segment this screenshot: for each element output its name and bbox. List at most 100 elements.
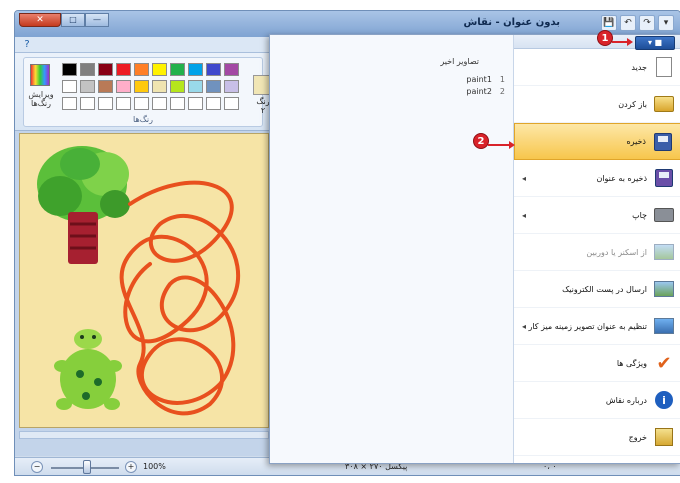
color-swatch[interactable] [224,63,239,76]
menu-item-label: از اسکنر یا دوربین [586,247,647,257]
menu-items-list: جدید باز کردن ذخیره ◂ ذخیره به عنوان ◂ چ… [514,49,680,456]
maximize-button[interactable]: □ [61,13,85,27]
qat-save-icon[interactable]: 💾 [601,15,617,31]
menu-item-new[interactable]: جدید [514,49,680,86]
color-swatch[interactable] [116,63,131,76]
recent-pictures-title: تصاویر اخیر [440,57,479,66]
qat-redo-icon[interactable]: ↷ [639,15,655,31]
color-swatch[interactable] [188,80,203,93]
color-swatch[interactable] [206,97,221,110]
menu-item-properties[interactable]: ویژگی ها ✔ [514,345,680,382]
color-swatch[interactable] [80,63,95,76]
menu-item-send-email[interactable]: ارسال در پست الکترونیک [514,271,680,308]
printer-icon [653,204,675,226]
color-swatch[interactable] [80,80,95,93]
qat-customize-icon[interactable]: ▾ [658,15,674,31]
color-swatch[interactable] [206,63,221,76]
quick-access-toolbar: 💾 ↶ ↷ ▾ [601,15,674,31]
recent-item-name: paint2 [466,87,492,96]
color-swatch[interactable] [98,80,113,93]
menu-item-open[interactable]: باز کردن [514,86,680,123]
zoom-slider-thumb[interactable] [83,460,91,474]
zoom-in-button[interactable]: + [125,461,137,473]
submenu-arrow-icon: ◂ [522,211,527,220]
menu-item-label: باز کردن [618,99,647,109]
recent-item[interactable]: paint1 1 [305,75,505,87]
save-as-icon [653,167,675,189]
minimize-button[interactable]: — [85,13,109,27]
edit-colors-label: ویرایش رنگ‌ها [28,90,54,108]
color-swatch[interactable] [80,97,95,110]
color-swatch[interactable] [134,63,149,76]
callout-1-arrowhead [627,38,633,46]
zoom-out-button[interactable]: − [31,461,43,473]
menu-item-label: درباره نقاش [605,395,647,405]
color-swatch[interactable] [98,63,113,76]
color-swatch[interactable] [152,63,167,76]
menu-item-label: جدید [631,62,647,72]
color-swatch[interactable] [224,80,239,93]
application-menu: تصاویر اخیر paint1 1 paint2 2 جدید باز ک… [269,34,680,464]
color-swatches [62,63,239,110]
desktop-background-icon [653,315,675,337]
recent-item[interactable]: paint2 2 [305,87,505,99]
callout-2-badge: 2 [473,133,489,149]
drawing-artwork [37,146,240,416]
menu-item-label: ارسال در پست الکترونیک [562,284,647,294]
new-document-icon [653,56,675,78]
submenu-arrow-icon: ◂ [522,174,527,183]
menu-item-save-as[interactable]: ◂ ذخیره به عنوان [514,160,680,197]
edit-colors-icon[interactable] [30,64,50,86]
zoom-percentage: 100% [143,462,166,471]
paint-application-menu-button[interactable]: ▾ ■ [635,36,675,50]
menu-item-about[interactable]: درباره نقاش i [514,382,680,419]
recent-item-name: paint1 [466,75,492,84]
color-swatch[interactable] [62,80,77,93]
color-swatch[interactable] [152,80,167,93]
menu-item-from-scanner: از اسکنر یا دوربین [514,234,680,271]
menu-item-exit[interactable]: خروج [514,419,680,456]
window-title: بدون عنوان - نقاش [463,17,560,28]
color-swatch[interactable] [116,97,131,110]
color-swatch[interactable] [188,97,203,110]
menu-item-set-desktop-background[interactable]: ◂ تنظیم به عنوان تصویر زمینه میز کار [514,308,680,345]
callout-1-badge: 1 [597,30,613,46]
horizontal-scrollbar[interactable] [19,431,269,439]
color-swatch[interactable] [170,80,185,93]
recent-item-number: 1 [499,75,505,84]
color-swatch[interactable] [62,97,77,110]
qat-undo-icon[interactable]: ↶ [620,15,636,31]
color-swatch[interactable] [152,97,167,110]
save-disk-icon [652,131,674,153]
color-swatch[interactable] [134,97,149,110]
tree-trunk-drawing [68,212,98,264]
color-swatch[interactable] [188,63,203,76]
open-folder-icon [653,93,675,115]
color-swatch[interactable] [116,80,131,93]
color-swatch[interactable] [224,97,239,110]
menu-item-label: خروج [628,432,647,442]
tree-foliage-drawing [37,146,130,222]
help-icon[interactable]: ? [21,39,33,51]
color-swatch[interactable] [134,80,149,93]
scanner-icon [653,241,675,263]
recent-pictures-list: paint1 1 paint2 2 [305,75,505,99]
orange-scribble-drawing [119,180,240,416]
color-swatch[interactable] [206,80,221,93]
recent-item-number: 2 [499,87,505,96]
color-swatch[interactable] [170,97,185,110]
recent-pictures-panel: تصاویر اخیر paint1 1 paint2 2 [270,35,514,463]
menu-item-label: ویژگی ها [616,358,647,368]
color-swatch[interactable] [62,63,77,76]
palette-group-label: رنگ‌ها [133,115,153,124]
screenshot-frame: ✕ □ — بدون عنوان - نقاش 💾 ↶ ↷ ▾ ? ویرایش… [0,0,680,483]
properties-check-icon: ✔ [656,352,672,374]
color-swatch[interactable] [98,97,113,110]
menu-item-print[interactable]: ◂ چاپ [514,197,680,234]
color-swatch[interactable] [170,63,185,76]
drawing-canvas[interactable] [19,133,269,428]
menu-item-save[interactable]: ذخیره [514,123,680,160]
menu-item-label: ذخیره [626,137,646,146]
close-button[interactable]: ✕ [19,13,61,27]
callout-1-arrow [612,41,628,43]
